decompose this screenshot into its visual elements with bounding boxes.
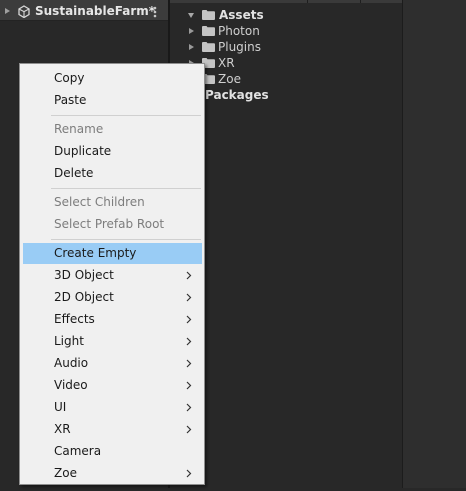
menu-item-xr[interactable]: XR xyxy=(23,419,202,440)
triangle-right-icon[interactable] xyxy=(189,44,194,50)
chevron-right-icon xyxy=(185,353,193,374)
menu-item-label: 2D Object xyxy=(54,290,114,304)
triangle-right-icon[interactable] xyxy=(5,8,10,14)
project-panel: Assets Photon Plugins XR Zoe Packages xyxy=(170,0,466,488)
menu-item-2d-object[interactable]: 2D Object xyxy=(23,287,202,308)
menu-item-label: UI xyxy=(54,400,67,414)
menu-item-light[interactable]: Light xyxy=(23,331,202,352)
scene-row[interactable]: SustainableFarm* xyxy=(0,2,168,20)
chevron-right-icon xyxy=(185,287,193,308)
chevron-right-icon xyxy=(185,375,193,396)
tree-item-label: Zoe xyxy=(218,72,241,86)
menu-item-audio[interactable]: Audio xyxy=(23,353,202,374)
tree-item-label: Packages xyxy=(205,88,269,102)
chevron-right-icon xyxy=(185,309,193,330)
menu-item-select-children: Select Children xyxy=(23,192,202,213)
menu-item-label: Effects xyxy=(54,312,95,326)
menu-item-label: Camera xyxy=(54,444,102,458)
tree-item-packages[interactable]: Packages xyxy=(188,88,338,104)
menu-item-label: Select Prefab Root xyxy=(54,217,165,231)
tree-item-label: XR xyxy=(218,56,235,70)
menu-item-copy[interactable]: Copy xyxy=(23,68,202,89)
folder-icon xyxy=(202,42,215,52)
header-divider xyxy=(307,0,308,3)
menu-item-label: Copy xyxy=(54,71,85,85)
menu-item-label: Zoe xyxy=(54,466,77,480)
chevron-right-icon xyxy=(185,265,193,286)
menu-item-label: Paste xyxy=(54,93,87,107)
menu-item-label: Light xyxy=(54,334,84,348)
tree-item-photon[interactable]: Photon xyxy=(189,24,339,40)
menu-item-label: Rename xyxy=(54,122,104,136)
menu-item-select-prefab-root: Select Prefab Root xyxy=(23,214,202,235)
scene-name: SustainableFarm* xyxy=(35,4,156,18)
menu-item-rename: Rename xyxy=(23,119,202,140)
menu-separator xyxy=(51,239,201,240)
menu-item-zoe[interactable]: Zoe xyxy=(23,463,202,484)
tree-item-label: Plugins xyxy=(218,40,261,54)
menu-item-paste[interactable]: Paste xyxy=(23,90,202,111)
tree-item-xr[interactable]: XR xyxy=(189,56,339,72)
menu-item-label: Delete xyxy=(54,166,94,180)
menu-item-label: Video xyxy=(54,378,88,392)
menu-item-label: Duplicate xyxy=(54,144,112,158)
menu-item-3d-object[interactable]: 3D Object xyxy=(23,265,202,286)
menu-item-effects[interactable]: Effects xyxy=(23,309,202,330)
triangle-right-icon[interactable] xyxy=(189,28,194,34)
menu-item-create-empty[interactable]: Create Empty xyxy=(23,243,202,264)
header-divider xyxy=(360,0,361,3)
tree-item-assets[interactable]: Assets xyxy=(188,8,338,24)
menu-item-label: Select Children xyxy=(54,195,145,209)
menu-item-label: Create Empty xyxy=(54,246,137,260)
unity-scene-icon xyxy=(18,5,30,19)
project-content-area xyxy=(403,0,466,488)
menu-item-delete[interactable]: Delete xyxy=(23,163,202,184)
menu-separator xyxy=(51,115,201,116)
chevron-right-icon xyxy=(185,331,193,352)
kebab-menu-icon[interactable] xyxy=(150,4,160,20)
menu-item-duplicate[interactable]: Duplicate xyxy=(23,141,202,162)
chevron-right-icon xyxy=(185,397,193,418)
menu-item-label: XR xyxy=(54,422,71,436)
folder-icon xyxy=(202,26,215,36)
chevron-right-icon xyxy=(185,463,193,484)
menu-item-label: 3D Object xyxy=(54,268,114,282)
folder-icon xyxy=(202,10,215,20)
tree-item-label: Assets xyxy=(219,8,264,22)
menu-item-ui[interactable]: UI xyxy=(23,397,202,418)
menu-item-label: Audio xyxy=(54,356,89,370)
tree-item-zoe[interactable]: Zoe xyxy=(189,72,339,88)
context-menu: Copy Paste Rename Duplicate Delete Selec… xyxy=(19,63,205,485)
menu-item-camera[interactable]: Camera xyxy=(23,441,202,462)
triangle-down-icon[interactable] xyxy=(188,13,194,18)
tree-item-label: Photon xyxy=(218,24,260,38)
menu-item-video[interactable]: Video xyxy=(23,375,202,396)
chevron-right-icon xyxy=(185,419,193,440)
menu-separator xyxy=(51,188,201,189)
tree-item-plugins[interactable]: Plugins xyxy=(189,40,339,56)
